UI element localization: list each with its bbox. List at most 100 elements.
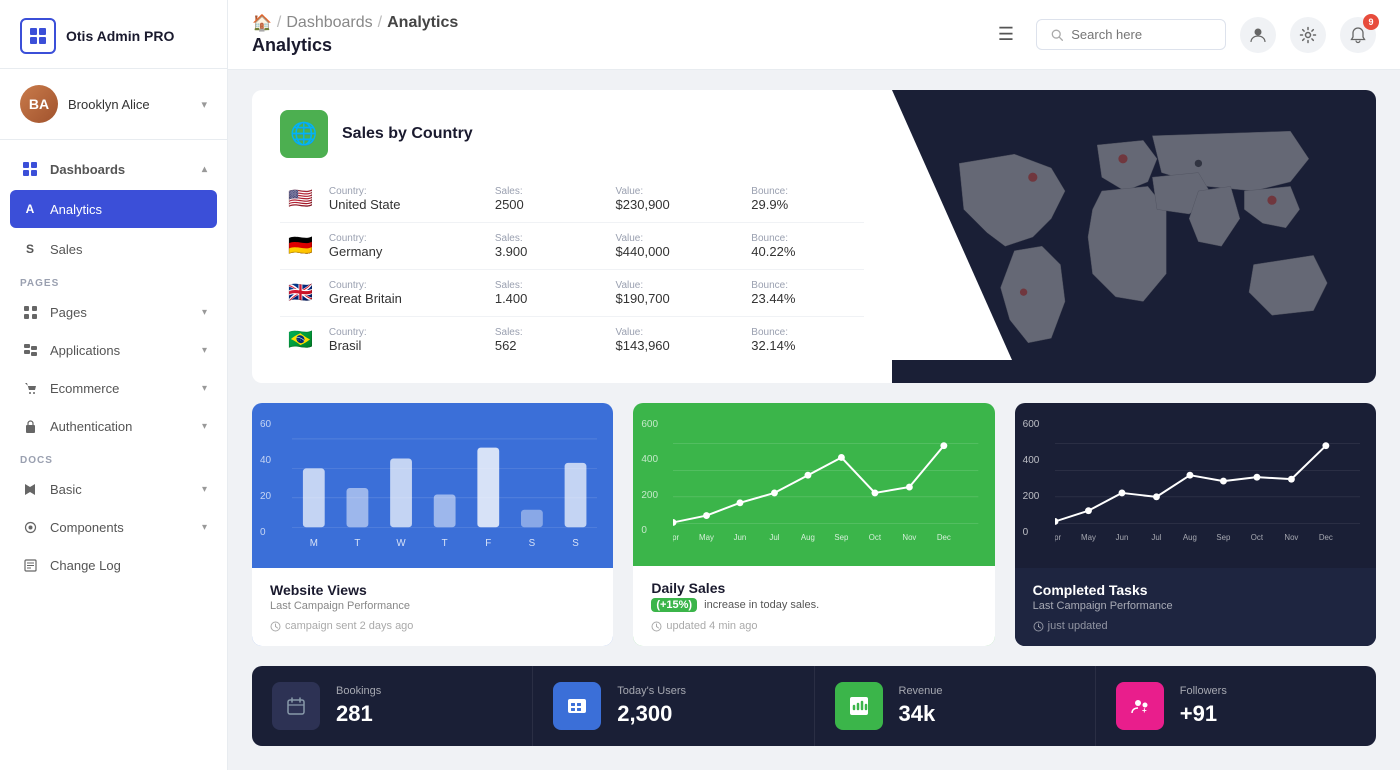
main-content: 🏠 / Dashboards / Analytics Analytics ☰	[228, 0, 1400, 770]
basic-icon	[20, 479, 40, 499]
stat-bookings: Bookings 281	[252, 666, 533, 746]
dashboard-icon	[20, 159, 40, 179]
clock-daily-icon	[651, 621, 662, 632]
sidebar-item-dashboards[interactable]: Dashboards ▴	[0, 150, 227, 188]
tasks-footer: Completed Tasks Last Campaign Performanc…	[1015, 568, 1376, 646]
svg-text:Apr: Apr	[673, 533, 679, 542]
topbar: 🏠 / Dashboards / Analytics Analytics ☰	[228, 0, 1400, 70]
svg-text:Jun: Jun	[734, 533, 747, 542]
revenue-label: Revenue	[899, 685, 943, 697]
tasks-title: Completed Tasks	[1033, 582, 1358, 598]
auth-icon	[20, 416, 40, 436]
sales-country-map	[892, 90, 1376, 383]
sidebar-item-sales[interactable]: S Sales	[0, 230, 227, 268]
tasks-line-chart: Apr May Jun Jul Aug Sep Oct Nov Dec	[1055, 423, 1360, 553]
search-input[interactable]	[1071, 27, 1211, 42]
home-breadcrumb-icon: 🏠	[252, 13, 272, 33]
sidebar-analytics-label: Analytics	[50, 202, 102, 217]
chevron-down-comp-icon: ▾	[202, 522, 207, 533]
breadcrumb-analytics: Analytics	[387, 14, 458, 32]
revenue-value: 34k	[899, 701, 943, 727]
tasks-chart-area: 600 400 200 0	[1015, 403, 1376, 568]
docs-section-label: DOCS	[0, 445, 227, 470]
tasks-y-labels: 600 400 200 0	[1023, 419, 1040, 538]
sidebar-item-applications[interactable]: Applications ▾	[0, 331, 227, 369]
website-time: campaign sent 2 days ago	[270, 620, 595, 632]
analytics-letter-icon: A	[20, 199, 40, 219]
components-icon	[20, 517, 40, 537]
tasks-time: just updated	[1033, 620, 1358, 632]
daily-sales-card: 600 400 200 0	[633, 403, 994, 646]
notif-badge: 9	[1363, 14, 1379, 30]
revenue-icon	[835, 682, 883, 730]
pages-icon	[20, 302, 40, 322]
sidebar-sales-label: Sales	[50, 242, 83, 257]
country-flag: 🇩🇪	[288, 235, 313, 257]
daily-subtitle: increase in today sales.	[704, 599, 819, 611]
country-flag: 🇬🇧	[288, 282, 313, 304]
daily-y-labels: 600 400 200 0	[641, 419, 658, 536]
svg-text:May: May	[699, 533, 714, 542]
sidebar: Otis Admin PRO BA Brooklyn Alice ▾ Dashb…	[0, 0, 228, 770]
svg-text:Jul: Jul	[770, 533, 780, 542]
followers-value: +91	[1180, 701, 1227, 727]
svg-text:S: S	[572, 538, 579, 549]
svg-text:May: May	[1081, 533, 1096, 542]
chevron-down-icon: ▾	[201, 98, 207, 111]
website-title: Website Views	[270, 582, 595, 598]
sidebar-ecommerce-label: Ecommerce	[50, 381, 119, 396]
sidebar-logo: Otis Admin PRO	[0, 0, 227, 69]
user-name: Brooklyn Alice	[68, 97, 191, 112]
sidebar-user[interactable]: BA Brooklyn Alice ▾	[0, 69, 227, 140]
svg-text:Sep: Sep	[835, 533, 850, 542]
breadcrumb-sep1: /	[277, 14, 281, 32]
followers-icon: +	[1116, 682, 1164, 730]
chevron-down-pages-icon: ▾	[202, 307, 207, 318]
stat-users: Today's Users 2,300	[533, 666, 814, 746]
sidebar-item-analytics[interactable]: A Analytics	[10, 190, 217, 228]
sales-letter-icon: S	[20, 239, 40, 259]
tasks-time-text: just updated	[1048, 620, 1108, 632]
logo-text: Otis Admin PRO	[66, 28, 174, 44]
world-map	[892, 90, 1376, 383]
sidebar-item-components[interactable]: Components ▾	[0, 508, 227, 546]
content-area: 🌐 Sales by Country 🇺🇸 Country: United St…	[228, 70, 1400, 770]
chevron-down-apps-icon: ▾	[202, 345, 207, 356]
search-icon	[1051, 28, 1063, 42]
sidebar-item-changelog[interactable]: Change Log	[0, 546, 227, 584]
svg-text:Aug: Aug	[801, 533, 815, 542]
world-map-svg	[904, 107, 1364, 367]
chevron-down-basic-icon: ▾	[202, 484, 207, 495]
sales-country-title: Sales by Country	[342, 125, 473, 143]
sidebar-item-pages[interactable]: Pages ▾	[0, 293, 227, 331]
notifications-btn[interactable]: 9	[1340, 17, 1376, 53]
daily-footer: Daily Sales (+15%) increase in today sal…	[633, 566, 994, 646]
breadcrumb-dashboards[interactable]: Dashboards	[286, 14, 372, 32]
sidebar-pages-label: Pages	[50, 305, 87, 320]
svg-text:Nov: Nov	[903, 533, 917, 542]
svg-text:F: F	[485, 538, 491, 549]
logo-icon	[20, 18, 56, 54]
globe-icon: 🌐	[280, 110, 328, 158]
svg-text:W: W	[396, 538, 406, 549]
svg-text:Jul: Jul	[1151, 533, 1161, 542]
search-box[interactable]	[1036, 19, 1226, 50]
clock-icon	[270, 621, 281, 632]
sidebar-item-ecommerce[interactable]: Ecommerce ▾	[0, 369, 227, 407]
hamburger-icon[interactable]: ☰	[998, 24, 1014, 45]
applications-icon	[20, 340, 40, 360]
settings-icon-btn[interactable]	[1290, 17, 1326, 53]
daily-title: Daily Sales	[651, 580, 725, 596]
svg-text:+: +	[1142, 706, 1147, 715]
table-row: 🇩🇪 Country: Germany Sales: 3.900 Value: …	[280, 223, 864, 270]
chevron-down-ecom-icon: ▾	[202, 383, 207, 394]
daily-time-text: updated 4 min ago	[666, 620, 757, 632]
profile-icon-btn[interactable]	[1240, 17, 1276, 53]
website-chart-area: 60 40 20 0	[252, 403, 613, 568]
country-flag: 🇧🇷	[288, 329, 313, 351]
sidebar-nav: Dashboards ▴ A Analytics S Sales PAGES P	[0, 140, 227, 770]
table-row: 🇧🇷 Country: Brasil Sales: 562 Value: $14…	[280, 317, 864, 364]
users-label: Today's Users	[617, 685, 686, 697]
sidebar-item-authentication[interactable]: Authentication ▾	[0, 407, 227, 445]
sidebar-item-basic[interactable]: Basic ▾	[0, 470, 227, 508]
